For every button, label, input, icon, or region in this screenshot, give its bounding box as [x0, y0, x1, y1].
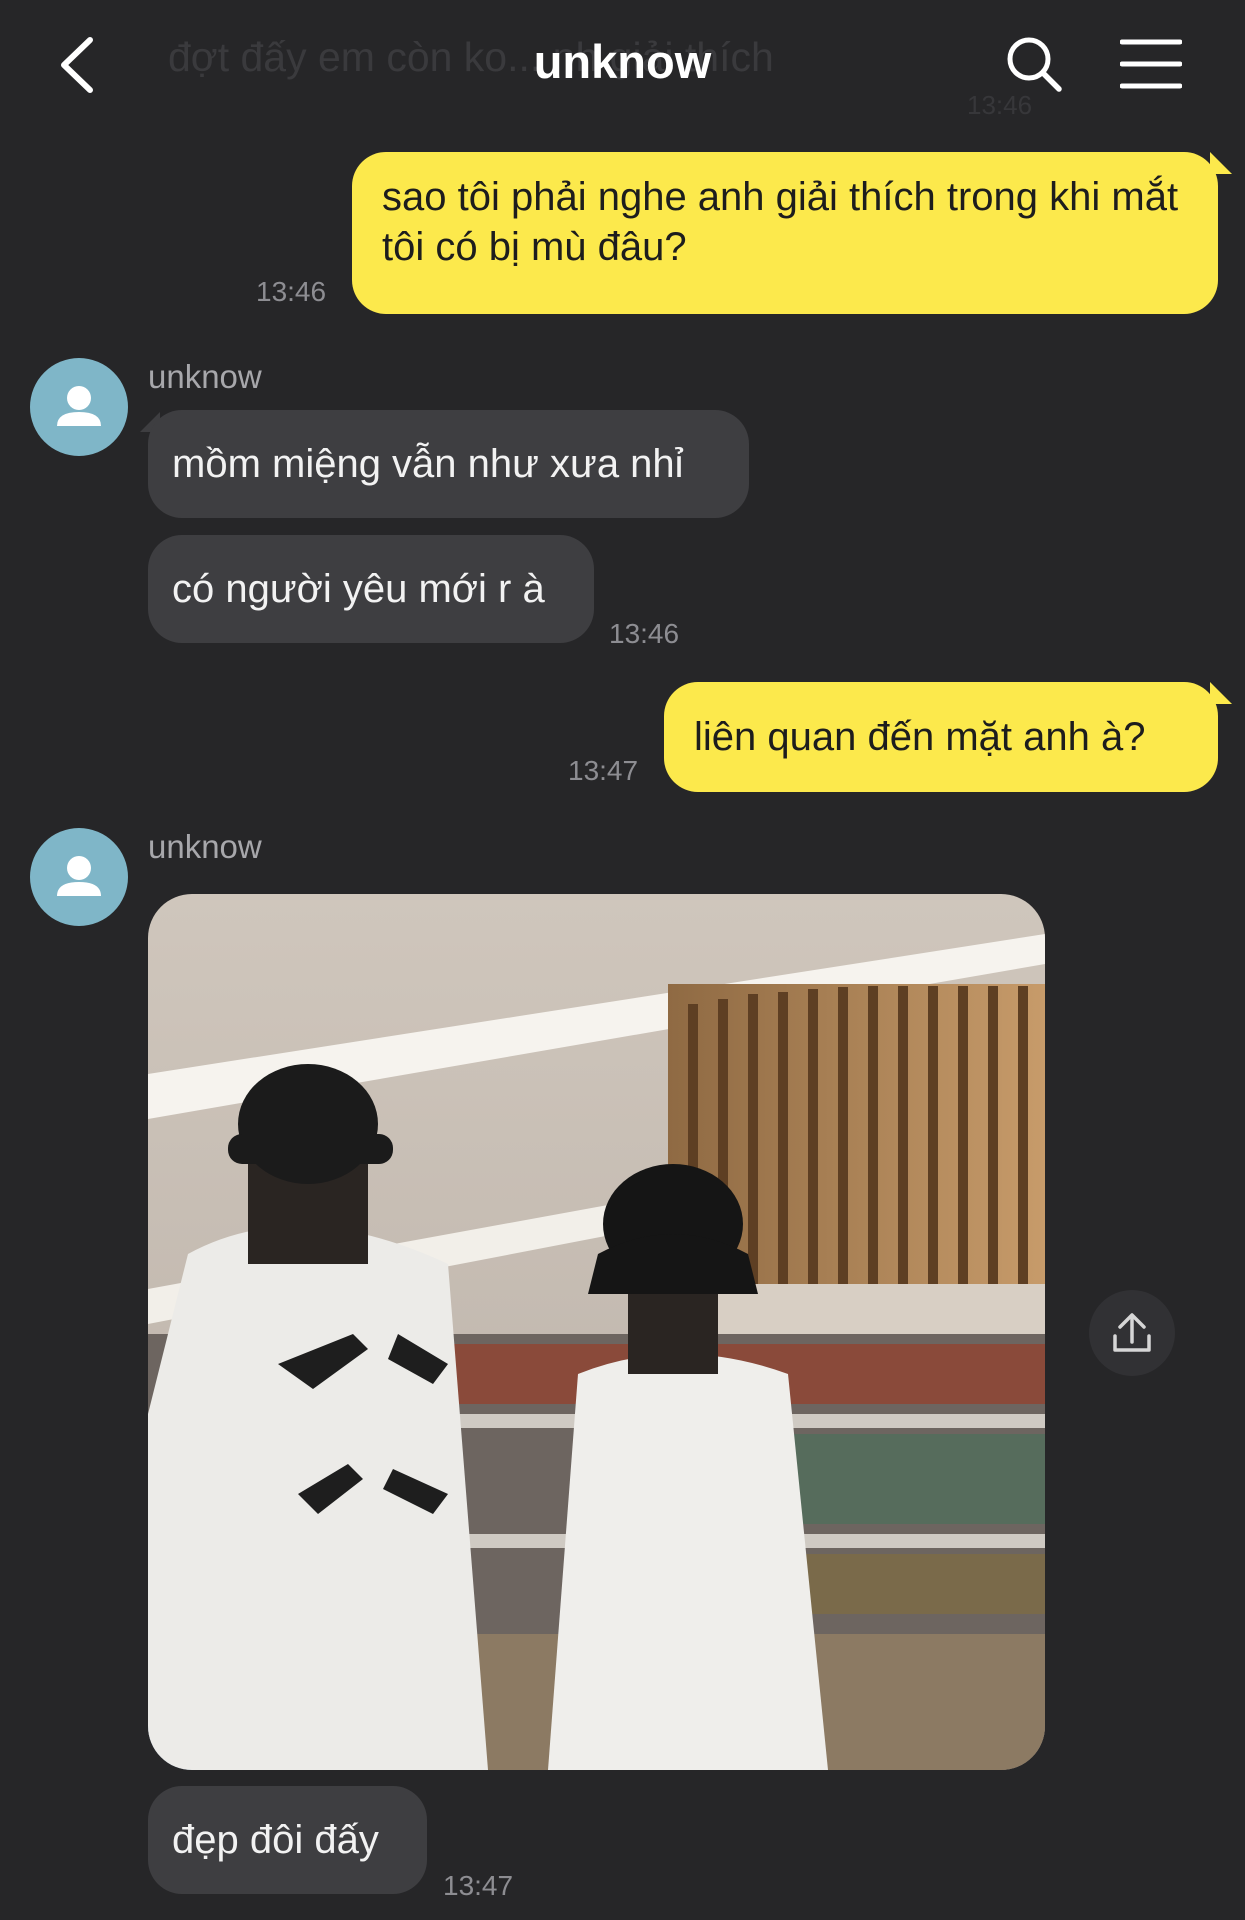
share-icon	[1113, 1313, 1151, 1352]
search-icon[interactable]	[1004, 34, 1064, 94]
their-message-bubble[interactable]: có người yêu mới r à	[148, 535, 594, 643]
avatar[interactable]	[30, 358, 128, 456]
share-button[interactable]	[1089, 1290, 1175, 1376]
scrolled-message-time: 13:46	[967, 90, 1033, 120]
my-message-bubble[interactable]: liên quan đến mặt anh à?	[664, 682, 1218, 792]
message-text: đẹp đôi đấy	[172, 1818, 379, 1862]
message-time: 13:46	[256, 276, 327, 307]
chat-header: đợt đấy em còn ko... nh giải thích 13:46…	[0, 0, 1245, 130]
message-text: liên quan đến mặt anh à?	[694, 715, 1146, 759]
bubble-tail	[1210, 682, 1232, 704]
message-text: có người yêu mới r à	[172, 567, 545, 611]
avatar[interactable]	[30, 828, 128, 926]
message-text: sao tôi phải nghe anh giải thích trong k…	[382, 175, 1179, 269]
photo-two-people-in-store	[148, 894, 1045, 1770]
bubble-tail	[1210, 152, 1232, 174]
sender-name: unknow	[148, 358, 262, 395]
message-time: 13:47	[568, 755, 639, 786]
hamburger-menu-icon[interactable]	[1120, 36, 1182, 92]
sender-name: unknow	[148, 828, 262, 865]
person-icon	[57, 386, 101, 426]
person-icon	[57, 856, 101, 896]
message-time: 13:47	[443, 1870, 514, 1901]
message-text: mồm miệng vẫn như xưa nhỉ	[172, 442, 684, 486]
message-time: 13:46	[609, 618, 680, 649]
their-message-bubble[interactable]: đẹp đôi đấy	[148, 1786, 427, 1894]
shared-photo[interactable]	[148, 894, 1045, 1770]
my-message-bubble[interactable]: sao tôi phải nghe anh giải thích trong k…	[352, 152, 1218, 314]
their-message-bubble[interactable]: mồm miệng vẫn như xưa nhỉ	[148, 410, 749, 518]
